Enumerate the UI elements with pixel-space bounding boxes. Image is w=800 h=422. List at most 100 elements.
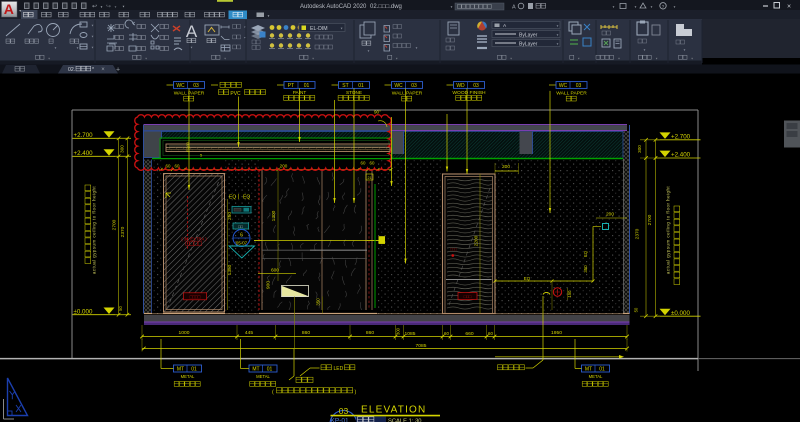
svg-text:A: A xyxy=(186,22,198,41)
svg-text:1300: 1300 xyxy=(271,210,277,221)
svg-text:03: 03 xyxy=(473,83,479,89)
svg-text:( 3C EXTRA ): ( 3C EXTRA ) xyxy=(181,237,207,242)
svg-text:EL-DIM: EL-DIM xyxy=(310,26,328,32)
svg-text:60: 60 xyxy=(166,164,171,169)
svg-text:50: 50 xyxy=(634,307,639,312)
svg-text:2700: 2700 xyxy=(647,214,653,225)
svg-text:1085: 1085 xyxy=(405,331,416,337)
svg-text:▼: ▼ xyxy=(510,56,513,60)
svg-text:▼: ▼ xyxy=(145,56,148,60)
svg-text:+2.400: +2.400 xyxy=(671,152,691,159)
svg-text:EQ: EQ xyxy=(583,250,588,257)
svg-text:±0.000: ±0.000 xyxy=(671,310,690,317)
svg-text:01: 01 xyxy=(267,367,273,373)
svg-text:200: 200 xyxy=(606,212,614,218)
svg-text:300: 300 xyxy=(120,145,125,153)
svg-text:ByLayer: ByLayer xyxy=(519,32,538,38)
svg-text:03: 03 xyxy=(339,406,349,416)
svg-text:×: × xyxy=(101,67,105,73)
svg-text:MT: MT xyxy=(585,367,592,373)
svg-text:▼: ▼ xyxy=(691,56,694,60)
svg-text:ELEVATION: ELEVATION xyxy=(361,405,426,416)
svg-text:MT: MT xyxy=(252,367,259,373)
svg-text:ST: ST xyxy=(342,83,348,89)
svg-text:actual gypsum ceiling to floor: actual gypsum ceiling to floor height xyxy=(666,186,671,275)
svg-text:2370: 2370 xyxy=(120,226,126,237)
svg-text:▼: ▼ xyxy=(673,5,676,9)
svg-text:+: + xyxy=(116,67,120,74)
svg-text:▼: ▼ xyxy=(577,56,580,60)
svg-text:1000: 1000 xyxy=(179,330,190,336)
svg-text:350: 350 xyxy=(583,265,588,273)
svg-text:660: 660 xyxy=(465,331,473,337)
svg-text:900: 900 xyxy=(266,281,272,289)
svg-text:EQ: EQ xyxy=(229,195,236,201)
svg-text:▼: ▼ xyxy=(655,56,658,60)
svg-text:▼: ▼ xyxy=(650,5,653,9)
svg-text:▼: ▼ xyxy=(114,5,117,9)
svg-text:▼: ▼ xyxy=(54,46,57,50)
svg-text:actual gypsum ceiling to floor: actual gypsum ceiling to floor height xyxy=(92,186,97,275)
svg-text:860: 860 xyxy=(302,330,310,336)
svg-text:03: 03 xyxy=(576,83,582,89)
svg-text:▼: ▼ xyxy=(48,56,51,60)
svg-text:60: 60 xyxy=(370,161,375,166)
svg-text:WD: WD xyxy=(456,83,465,89)
svg-text:EQ: EQ xyxy=(243,195,250,201)
svg-text:▼: ▼ xyxy=(643,48,646,52)
svg-text:LED: LED xyxy=(334,366,344,372)
svg-text:A: A xyxy=(512,5,516,11)
svg-text:6: 6 xyxy=(240,233,243,239)
svg-text:▼: ▼ xyxy=(190,46,193,50)
svg-text:03: 03 xyxy=(411,83,417,89)
svg-text:▼: ▼ xyxy=(100,5,103,9)
svg-text:02.□□□.dwg: 02.□□□.dwg xyxy=(370,4,402,10)
svg-text:▼: ▼ xyxy=(415,46,418,50)
svg-text:2370: 2370 xyxy=(635,228,641,239)
svg-text:2700: 2700 xyxy=(112,219,118,230)
svg-text:↪: ↪ xyxy=(106,4,111,10)
svg-text:860: 860 xyxy=(366,330,374,336)
svg-text:WC: WC xyxy=(559,83,568,89)
svg-text:▼: ▼ xyxy=(556,42,559,46)
svg-text:445: 445 xyxy=(245,330,253,336)
svg-text:7085: 7085 xyxy=(416,343,427,349)
svg-text:▼: ▼ xyxy=(224,56,227,60)
svg-text:METAL: METAL xyxy=(256,374,270,379)
svg-text:01: 01 xyxy=(599,367,605,373)
svg-text:350: 350 xyxy=(316,298,321,306)
svg-text:▼: ▼ xyxy=(683,48,686,52)
svg-text:▼: ▼ xyxy=(312,56,315,60)
svg-text:▼: ▼ xyxy=(267,14,270,18)
svg-text:60: 60 xyxy=(361,161,366,166)
svg-text:▼: ▼ xyxy=(91,24,94,28)
svg-text:▼: ▼ xyxy=(556,33,559,37)
svg-text:21: 21 xyxy=(368,176,372,180)
svg-text:PVC: PVC xyxy=(230,91,241,97)
svg-text:▼: ▼ xyxy=(76,46,79,50)
svg-text:SCALE 1: 30: SCALE 1: 30 xyxy=(388,418,422,422)
svg-text:05-07: 05-07 xyxy=(236,241,248,246)
svg-text:+2.700: +2.700 xyxy=(671,133,691,140)
svg-text:02.: 02. xyxy=(68,67,75,73)
svg-text:▼: ▼ xyxy=(450,5,453,9)
svg-text:60: 60 xyxy=(444,331,449,336)
svg-text:250: 250 xyxy=(227,212,233,220)
svg-text:▼: ▼ xyxy=(340,27,343,31)
svg-text:1950: 1950 xyxy=(551,330,562,336)
svg-text:▼: ▼ xyxy=(91,46,94,50)
svg-text:01: 01 xyxy=(304,83,310,89)
svg-text:(: ( xyxy=(272,390,274,396)
svg-text:WALL PAPER: WALL PAPER xyxy=(392,90,423,96)
svg-text:×: × xyxy=(787,4,791,11)
svg-text:90°: 90° xyxy=(374,110,381,115)
svg-text:03: 03 xyxy=(193,83,199,89)
svg-text:METAL: METAL xyxy=(589,374,603,379)
svg-text:WC: WC xyxy=(176,83,185,89)
svg-text:A: A xyxy=(4,1,14,17)
svg-text:01: 01 xyxy=(191,367,197,373)
svg-text:▼: ▼ xyxy=(612,5,615,9)
svg-text:▼: ▼ xyxy=(618,56,621,60)
svg-text:Autodesk AutoCAD 2020: Autodesk AutoCAD 2020 xyxy=(300,4,367,10)
svg-text:EQ30: EQ30 xyxy=(186,142,190,152)
